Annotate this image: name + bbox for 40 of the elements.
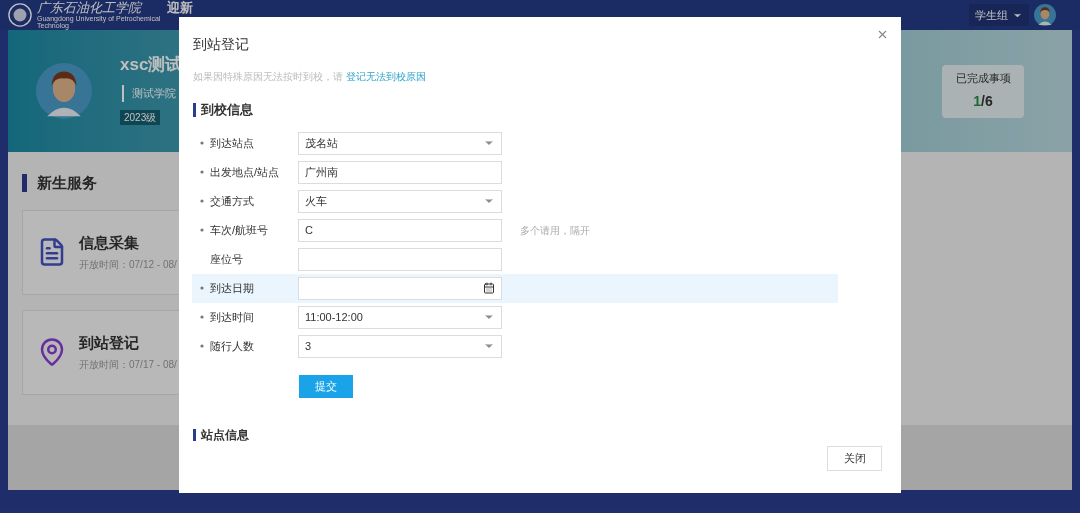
student-avatar xyxy=(36,63,92,119)
service-title: 信息采集 xyxy=(79,232,140,253)
service-title: 到站登记 xyxy=(79,332,140,353)
progress-label: 已完成事项 xyxy=(955,71,1011,87)
progress-count: 1/6 xyxy=(973,91,993,111)
dropdown[interactable]: 火车 xyxy=(298,189,502,213)
date-field[interactable] xyxy=(298,276,502,300)
close-icon[interactable] xyxy=(876,28,889,41)
field-label: 交通方式 xyxy=(210,193,255,209)
dropdown[interactable]: 茂名站 xyxy=(298,131,502,155)
app-title: 迎新 xyxy=(167,0,193,15)
field-label: 到达站点 xyxy=(210,135,255,151)
logo-icon xyxy=(8,3,32,27)
service-period: 开放时间：07/17 - 08/ xyxy=(79,358,177,373)
section-title: 新生服务 xyxy=(37,173,97,193)
field-hint: 多个请用，隔开 xyxy=(520,223,590,238)
dropdown[interactable]: 11:00-12:00 xyxy=(298,305,502,329)
grade-tag: 2023级 xyxy=(120,109,161,125)
input-field[interactable]: 广州南 xyxy=(298,160,502,184)
user-avatar xyxy=(1034,4,1056,26)
service-period: 开放时间：07/12 - 08/ xyxy=(79,258,177,273)
section-marker xyxy=(22,174,27,193)
school-name: 广东石油化工学院 xyxy=(37,0,144,15)
section-title: 站点信息 xyxy=(201,426,249,444)
role-menu[interactable]: 学生组 xyxy=(969,4,1029,26)
input-field[interactable]: C xyxy=(298,218,502,242)
section-title: 到校信息 xyxy=(201,101,253,119)
dialog-title: 到站登记 xyxy=(193,35,249,54)
field-label: 到达时间 xyxy=(210,309,255,325)
field-label: 出发地点/站点 xyxy=(210,164,281,180)
section-marker xyxy=(193,428,196,441)
dropdown[interactable]: 3 xyxy=(298,334,502,358)
field-label: 随行人数 xyxy=(210,338,255,354)
input-field[interactable] xyxy=(298,247,502,271)
calendar-icon xyxy=(483,282,495,294)
field-label: 到达日期 xyxy=(210,280,255,296)
field-label: 车次/航班号 xyxy=(210,222,270,238)
field-label: 座位号 xyxy=(210,251,244,267)
section-marker xyxy=(193,102,196,117)
close-button[interactable]: 关闭 xyxy=(827,445,882,471)
